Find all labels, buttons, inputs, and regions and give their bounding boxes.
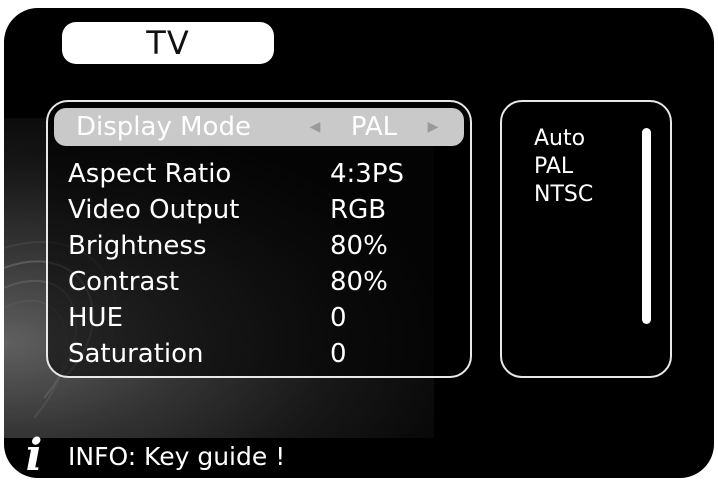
menu-item-value: 4:3PS <box>330 159 405 189</box>
menu-item-label: Aspect Ratio <box>68 159 232 189</box>
menu-item-video-output[interactable]: Video Output RGB <box>68 194 468 226</box>
arrow-right-icon[interactable]: ▶ <box>420 119 446 135</box>
menu-item-value: 80% <box>330 231 388 261</box>
option-auto[interactable]: Auto <box>534 126 585 151</box>
menu-item-saturation[interactable]: Saturation 0 <box>68 338 468 370</box>
menu-item-value: PAL <box>350 112 398 142</box>
menu-item-label: Brightness <box>68 231 207 261</box>
menu-item-label: Saturation <box>68 339 204 369</box>
menu-item-label: Video Output <box>68 195 240 225</box>
tv-osd-screen: TV Display Mode ◀ PAL ▶ Aspect Ratio 4:3… <box>4 8 714 478</box>
menu-item-value: 80% <box>330 267 388 297</box>
menu-item-value: RGB <box>330 195 387 225</box>
info-icon: i <box>25 430 43 478</box>
menu-item-hue[interactable]: HUE 0 <box>68 302 468 334</box>
tab-tv-label: TV <box>146 24 190 62</box>
menu-item-aspect-ratio[interactable]: Aspect Ratio 4:3PS <box>68 158 468 190</box>
options-scrollbar[interactable] <box>642 128 651 324</box>
menu-item-label: Display Mode <box>76 112 251 142</box>
menu-item-label: HUE <box>68 303 124 333</box>
menu-item-label: Contrast <box>68 267 180 297</box>
menu-item-contrast[interactable]: Contrast 80% <box>68 266 468 298</box>
option-ntsc[interactable]: NTSC <box>534 182 593 207</box>
info-bar: i INFO: Key guide ! <box>14 430 286 478</box>
tab-tv[interactable]: TV <box>62 22 274 64</box>
menu-item-value: 0 <box>330 303 347 333</box>
menu-item-brightness[interactable]: Brightness 80% <box>68 230 468 262</box>
option-pal[interactable]: PAL <box>534 154 573 179</box>
menu-item-display-mode[interactable]: Display Mode ◀ PAL ▶ <box>54 108 464 146</box>
display-mode-options: Auto PAL NTSC <box>500 100 672 378</box>
arrow-left-icon[interactable]: ◀ <box>302 119 328 135</box>
menu-item-value: 0 <box>330 339 347 369</box>
info-text: INFO: Key guide ! <box>68 441 286 471</box>
settings-menu: Display Mode ◀ PAL ▶ Aspect Ratio 4:3PS … <box>46 100 472 378</box>
